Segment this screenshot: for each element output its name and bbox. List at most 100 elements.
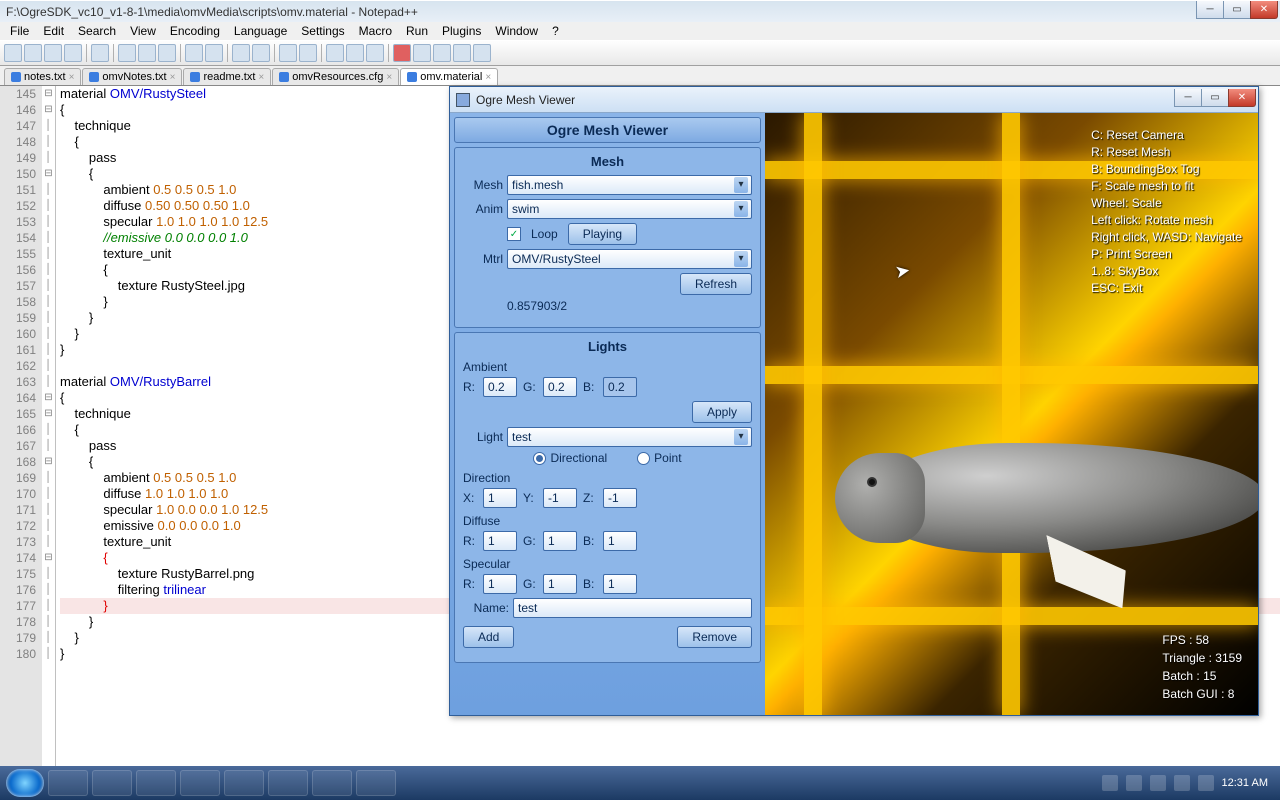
tray-icon[interactable] bbox=[1126, 775, 1142, 791]
toolbar-open-icon[interactable] bbox=[24, 44, 42, 62]
loop-checkbox[interactable]: ✓ bbox=[507, 227, 521, 241]
menu-edit[interactable]: Edit bbox=[37, 23, 70, 39]
dir-x-input[interactable]: 1 bbox=[483, 488, 517, 508]
toolbar-fastfwd-icon[interactable] bbox=[473, 44, 491, 62]
omv-maximize-button[interactable]: ▭ bbox=[1201, 89, 1229, 107]
taskbar-app[interactable] bbox=[92, 770, 132, 796]
toolbar-playback-icon[interactable] bbox=[453, 44, 471, 62]
diffuse-r-input[interactable]: 1 bbox=[483, 531, 517, 551]
tab-close-icon[interactable]: × bbox=[69, 72, 75, 83]
menu-encoding[interactable]: Encoding bbox=[164, 23, 226, 39]
menu-search[interactable]: Search bbox=[72, 23, 122, 39]
specular-g-input[interactable]: 1 bbox=[543, 574, 577, 594]
specular-b-input[interactable]: 1 bbox=[603, 574, 637, 594]
tab-close-icon[interactable]: × bbox=[170, 72, 176, 83]
tray-icon[interactable] bbox=[1150, 775, 1166, 791]
anim-select[interactable]: swim bbox=[507, 199, 752, 219]
menu-plugins[interactable]: Plugins bbox=[436, 23, 487, 39]
tab-omvresources[interactable]: omvResources.cfg× bbox=[272, 68, 399, 85]
taskbar-app[interactable] bbox=[48, 770, 88, 796]
taskbar-app[interactable] bbox=[268, 770, 308, 796]
material-select[interactable]: OMV/RustySteel bbox=[507, 249, 752, 269]
direction-label: Direction bbox=[463, 471, 752, 485]
menu-help[interactable]: ? bbox=[546, 23, 565, 39]
toolbar-play-icon[interactable] bbox=[413, 44, 431, 62]
tab-omvnotes[interactable]: omvNotes.txt× bbox=[82, 68, 182, 85]
menu-macro[interactable]: Macro bbox=[353, 23, 398, 39]
toolbar-save-icon[interactable] bbox=[44, 44, 62, 62]
directional-radio[interactable] bbox=[533, 452, 546, 465]
menu-file[interactable]: File bbox=[4, 23, 35, 39]
toolbar-stop-icon[interactable] bbox=[433, 44, 451, 62]
minimize-button[interactable]: ─ bbox=[1196, 1, 1224, 19]
start-button[interactable] bbox=[6, 769, 44, 797]
mesh-select[interactable]: fish.mesh bbox=[507, 175, 752, 195]
taskbar-app[interactable] bbox=[136, 770, 176, 796]
toolbar-redo-icon[interactable] bbox=[205, 44, 223, 62]
menu-window[interactable]: Window bbox=[489, 23, 544, 39]
toolbar-paste-icon[interactable] bbox=[158, 44, 176, 62]
tab-readme[interactable]: readme.txt× bbox=[183, 68, 271, 85]
menu-run[interactable]: Run bbox=[400, 23, 434, 39]
ambient-g-input[interactable]: 0.2 bbox=[543, 377, 577, 397]
light-select[interactable]: test bbox=[507, 427, 752, 447]
omv-minimize-button[interactable]: ─ bbox=[1174, 89, 1202, 107]
add-light-button[interactable]: Add bbox=[463, 626, 514, 648]
dir-y-input[interactable]: -1 bbox=[543, 488, 577, 508]
toolbar-allchars-icon[interactable] bbox=[346, 44, 364, 62]
toolbar-cut-icon[interactable] bbox=[118, 44, 136, 62]
tab-close-icon[interactable]: × bbox=[258, 72, 264, 83]
clock[interactable]: 12:31 AM bbox=[1222, 777, 1274, 789]
ambient-b-input[interactable]: 0.2 bbox=[603, 377, 637, 397]
tray-icon[interactable] bbox=[1102, 775, 1118, 791]
toolbar-record-icon[interactable] bbox=[393, 44, 411, 62]
playing-button[interactable]: Playing bbox=[568, 223, 637, 245]
point-radio[interactable] bbox=[637, 452, 650, 465]
loop-label: Loop bbox=[531, 227, 558, 241]
file-icon bbox=[407, 72, 417, 82]
toolbar-zoomin-icon[interactable] bbox=[279, 44, 297, 62]
taskbar-app[interactable] bbox=[180, 770, 220, 796]
tab-close-icon[interactable]: × bbox=[485, 72, 491, 83]
diffuse-b-input[interactable]: 1 bbox=[603, 531, 637, 551]
specular-r-input[interactable]: 1 bbox=[483, 574, 517, 594]
toolbar-replace-icon[interactable] bbox=[252, 44, 270, 62]
toolbar-zoomout-icon[interactable] bbox=[299, 44, 317, 62]
tab-omvmaterial[interactable]: omv.material× bbox=[400, 68, 498, 85]
diffuse-g-input[interactable]: 1 bbox=[543, 531, 577, 551]
taskbar-app[interactable] bbox=[224, 770, 264, 796]
mesh-section: Mesh Meshfish.mesh Animswim ✓Loop Playin… bbox=[454, 147, 761, 328]
tray-network-icon[interactable] bbox=[1198, 775, 1214, 791]
notepadpp-titlebar[interactable]: F:\OgreSDK_vc10_v1-8-1\media\omvMedia\sc… bbox=[0, 0, 1280, 22]
toolbar-print-icon[interactable] bbox=[91, 44, 109, 62]
menu-view[interactable]: View bbox=[124, 23, 162, 39]
maximize-button[interactable]: ▭ bbox=[1223, 1, 1251, 19]
menu-settings[interactable]: Settings bbox=[295, 23, 350, 39]
apply-button[interactable]: Apply bbox=[692, 401, 752, 423]
dir-z-input[interactable]: -1 bbox=[603, 488, 637, 508]
refresh-button[interactable]: Refresh bbox=[680, 273, 752, 295]
fold-gutter[interactable]: ⊟ ⊟ │ │ │ ⊟ │ │ │ │ │ │ │ │ │ │ │ │ │ ⊟ … bbox=[42, 86, 56, 780]
toolbar-find-icon[interactable] bbox=[232, 44, 250, 62]
toolbar-new-icon[interactable] bbox=[4, 44, 22, 62]
tab-close-icon[interactable]: × bbox=[386, 72, 392, 83]
remove-light-button[interactable]: Remove bbox=[677, 626, 752, 648]
toolbar-indent-icon[interactable] bbox=[366, 44, 384, 62]
toolbar-wrap-icon[interactable] bbox=[326, 44, 344, 62]
3d-viewport[interactable]: ➤ C: Reset Camera R: Reset Mesh B: Bound… bbox=[765, 113, 1258, 715]
taskbar-app[interactable] bbox=[312, 770, 352, 796]
tab-notes[interactable]: notes.txt× bbox=[4, 68, 81, 85]
tray-volume-icon[interactable] bbox=[1174, 775, 1190, 791]
omv-titlebar[interactable]: Ogre Mesh Viewer ─ ▭ ✕ bbox=[450, 87, 1258, 113]
menu-language[interactable]: Language bbox=[228, 23, 293, 39]
close-button[interactable]: ✕ bbox=[1250, 1, 1278, 19]
toolbar-saveall-icon[interactable] bbox=[64, 44, 82, 62]
ambient-r-input[interactable]: 0.2 bbox=[483, 377, 517, 397]
toolbar-copy-icon[interactable] bbox=[138, 44, 156, 62]
toolbar-undo-icon[interactable] bbox=[185, 44, 203, 62]
omv-close-button[interactable]: ✕ bbox=[1228, 89, 1256, 107]
taskbar-app[interactable] bbox=[356, 770, 396, 796]
point-label: Point bbox=[654, 451, 681, 465]
light-name-input[interactable]: test bbox=[513, 598, 752, 618]
mesh-section-title: Mesh bbox=[463, 154, 752, 169]
